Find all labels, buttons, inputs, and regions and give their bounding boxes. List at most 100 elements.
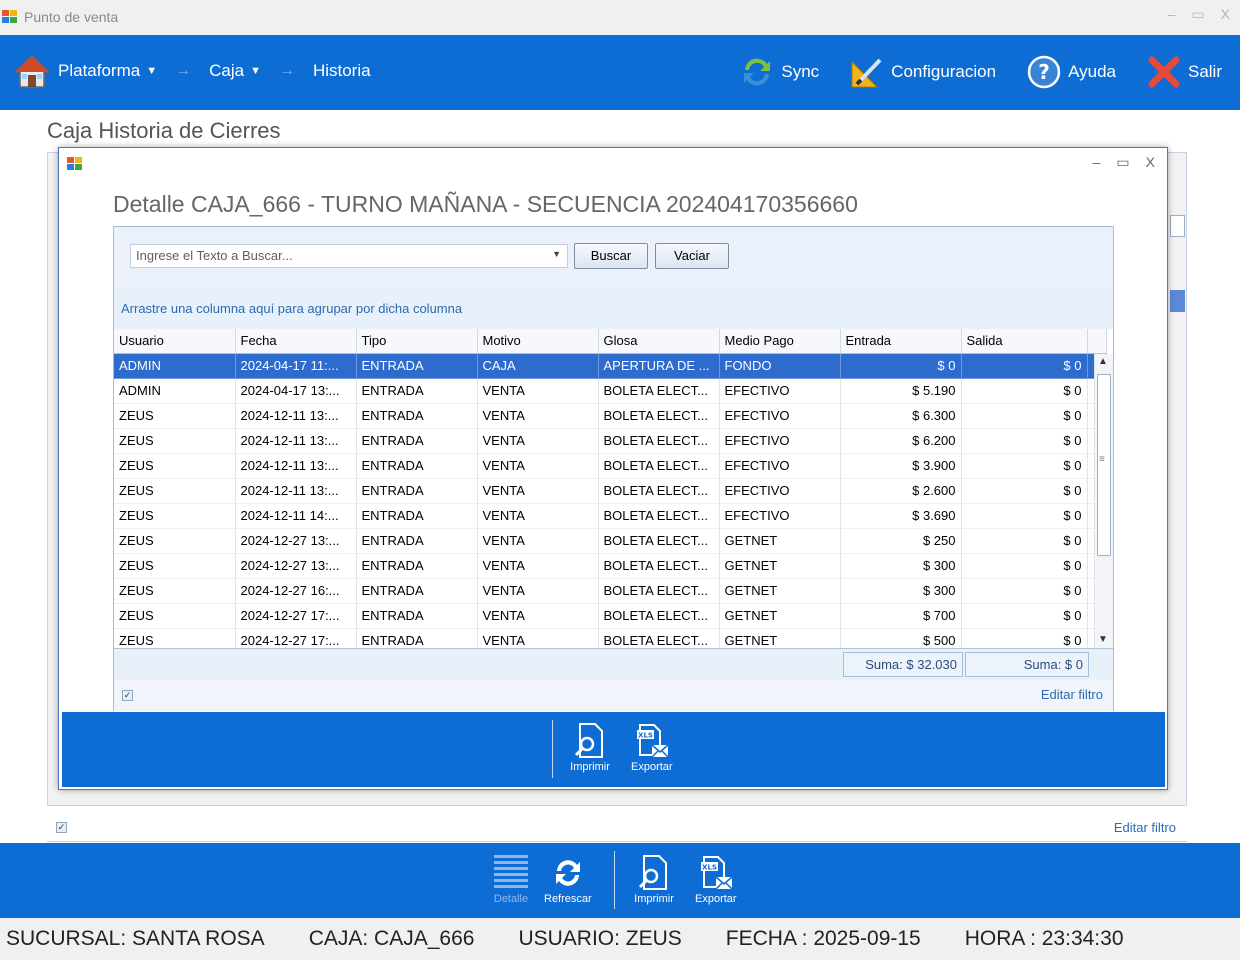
scroll-up-icon[interactable]: ▲ xyxy=(1098,356,1108,367)
table-cell-fecha[interactable]: 2024-12-11 13:... xyxy=(235,428,357,454)
table-cell-fecha[interactable]: 2024-04-17 13:... xyxy=(235,378,357,404)
table-cell-entrada[interactable]: $ 300 xyxy=(840,553,962,579)
dialog-close-button[interactable]: X xyxy=(1146,154,1155,171)
table-cell-motivo[interactable]: VENTA xyxy=(477,403,599,429)
table-cell-entrada[interactable]: $ 2.600 xyxy=(840,478,962,504)
table-cell-motivo[interactable]: VENTA xyxy=(477,428,599,454)
column-header-glosa[interactable]: Glosa xyxy=(598,329,720,354)
table-cell-tipo[interactable]: ENTRADA xyxy=(356,378,478,404)
table-cell-medio-pago[interactable]: FONDO xyxy=(719,353,841,379)
minimize-button[interactable]: – xyxy=(1168,6,1176,23)
table-row[interactable]: ZEUS 2024-12-11 14:... ENTRADA VENTA BOLETA … xyxy=(114,503,1107,529)
home-icon[interactable] xyxy=(12,51,52,91)
table-cell-entrada[interactable]: $ 5.190 xyxy=(840,378,962,404)
table-cell-salida[interactable]: $ 0 xyxy=(961,528,1088,554)
table-cell-glosa[interactable]: BOLETA ELECT... xyxy=(598,403,720,429)
scroll-down-icon[interactable]: ▼ xyxy=(1098,634,1108,645)
dialog-exportar-button[interactable]: XLS Exportar xyxy=(631,721,673,773)
table-cell-tipo[interactable]: ENTRADA xyxy=(356,478,478,504)
table-row[interactable]: ZEUS 2024-12-27 13:... ENTRADA VENTA BOLETA … xyxy=(114,553,1107,579)
table-cell-medio-pago[interactable]: EFECTIVO xyxy=(719,428,841,454)
table-cell-fecha[interactable]: 2024-12-11 13:... xyxy=(235,453,357,479)
dialog-imprimir-button[interactable]: Imprimir xyxy=(570,721,610,773)
imprimir-button[interactable]: Imprimir xyxy=(634,853,674,905)
table-cell-motivo[interactable]: VENTA xyxy=(477,378,599,404)
table-cell-glosa[interactable]: BOLETA ELECT... xyxy=(598,378,720,404)
sync-button[interactable]: Sync xyxy=(739,54,819,90)
table-cell-fecha[interactable]: 2024-12-27 13:... xyxy=(235,528,357,554)
table-cell-motivo[interactable]: VENTA xyxy=(477,578,599,604)
grid-vertical-scrollbar[interactable]: ▲ ≡ ▼ xyxy=(1094,354,1113,648)
filter-checkbox[interactable]: ✓ xyxy=(122,690,133,701)
table-cell-entrada[interactable]: $ 6.200 xyxy=(840,428,962,454)
table-cell-salida[interactable]: $ 0 xyxy=(961,603,1088,629)
table-cell-motivo[interactable]: VENTA xyxy=(477,603,599,629)
table-cell-medio-pago[interactable]: GETNET xyxy=(719,603,841,629)
table-cell-motivo[interactable]: VENTA xyxy=(477,453,599,479)
table-cell-glosa[interactable]: BOLETA ELECT... xyxy=(598,553,720,579)
table-cell-tipo[interactable]: ENTRADA xyxy=(356,578,478,604)
table-cell-medio-pago[interactable]: EFECTIVO xyxy=(719,478,841,504)
table-cell-usuario[interactable]: ZEUS xyxy=(114,553,236,579)
nav-historia[interactable]: Historia xyxy=(313,61,371,81)
table-cell-tipo[interactable]: ENTRADA xyxy=(356,403,478,429)
table-cell-salida[interactable]: $ 0 xyxy=(961,378,1088,404)
chevron-down-icon[interactable]: ▼ xyxy=(552,249,561,259)
table-row[interactable]: ZEUS 2024-12-27 16:... ENTRADA VENTA BOLETA … xyxy=(114,578,1107,604)
nav-plataforma[interactable]: Plataforma ▼ xyxy=(58,61,157,81)
table-cell-usuario[interactable]: ZEUS xyxy=(114,403,236,429)
table-cell-tipo[interactable]: ENTRADA xyxy=(356,553,478,579)
buscar-button[interactable]: Buscar xyxy=(574,243,648,269)
column-header-motivo[interactable]: Motivo xyxy=(477,329,599,354)
background-filter-checkbox[interactable]: ✓ xyxy=(56,822,67,833)
table-cell-fecha[interactable]: 2024-12-27 16:... xyxy=(235,578,357,604)
table-cell-usuario[interactable]: ZEUS xyxy=(114,528,236,554)
table-row[interactable]: ZEUS 2024-12-11 13:... ENTRADA VENTA BOLETA … xyxy=(114,428,1107,454)
table-cell-salida[interactable]: $ 0 xyxy=(961,428,1088,454)
table-cell-tipo[interactable]: ENTRADA xyxy=(356,428,478,454)
table-cell-tipo[interactable]: ENTRADA xyxy=(356,353,478,379)
table-row[interactable]: ZEUS 2024-12-11 13:... ENTRADA VENTA BOLETA … xyxy=(114,453,1107,479)
column-header-salida[interactable]: Salida xyxy=(961,329,1088,354)
table-cell-fecha[interactable]: 2024-12-11 13:... xyxy=(235,403,357,429)
table-cell-motivo[interactable]: VENTA xyxy=(477,553,599,579)
background-grid-scrollbar[interactable] xyxy=(1170,215,1185,237)
table-cell-entrada[interactable]: $ 3.690 xyxy=(840,503,962,529)
group-panel-hint[interactable]: Arrastre una columna aquí para agrupar p… xyxy=(114,287,1113,329)
table-cell-motivo[interactable]: VENTA xyxy=(477,528,599,554)
table-row[interactable]: ZEUS 2024-12-11 13:... ENTRADA VENTA BOLETA … xyxy=(114,478,1107,504)
dialog-minimize-button[interactable]: – xyxy=(1093,154,1101,171)
table-cell-glosa[interactable]: BOLETA ELECT... xyxy=(598,503,720,529)
table-cell-usuario[interactable]: ADMIN xyxy=(114,353,236,379)
table-cell-usuario[interactable]: ZEUS xyxy=(114,603,236,629)
table-cell-salida[interactable]: $ 0 xyxy=(961,453,1088,479)
table-row[interactable]: ZEUS 2024-12-27 17:... ENTRADA VENTA BOLETA … xyxy=(114,603,1107,629)
table-cell-usuario[interactable]: ZEUS xyxy=(114,453,236,479)
table-cell-salida[interactable]: $ 0 xyxy=(961,553,1088,579)
table-cell-medio-pago[interactable]: EFECTIVO xyxy=(719,378,841,404)
table-cell-glosa[interactable]: BOLETA ELECT... xyxy=(598,453,720,479)
table-cell-glosa[interactable]: BOLETA ELECT... xyxy=(598,478,720,504)
scrollbar-thumb[interactable] xyxy=(1097,374,1111,556)
table-cell-medio-pago[interactable]: GETNET xyxy=(719,528,841,554)
table-row[interactable]: ZEUS 2024-12-11 13:... ENTRADA VENTA BOLETA … xyxy=(114,403,1107,429)
edit-filter-link[interactable]: Editar filtro xyxy=(1041,687,1103,702)
column-header-entrada[interactable]: Entrada xyxy=(840,329,962,354)
table-cell-glosa[interactable]: BOLETA ELECT... xyxy=(598,578,720,604)
maximize-button[interactable]: ▭ xyxy=(1191,6,1204,23)
table-cell-usuario[interactable]: ZEUS xyxy=(114,428,236,454)
column-header-usuario[interactable]: Usuario xyxy=(114,329,236,354)
table-cell-tipo[interactable]: ENTRADA xyxy=(356,453,478,479)
table-cell-entrada[interactable]: $ 3.900 xyxy=(840,453,962,479)
table-cell-glosa[interactable]: APERTURA DE ... xyxy=(598,353,720,379)
table-cell-tipo[interactable]: ENTRADA xyxy=(356,528,478,554)
table-cell-fecha[interactable]: 2024-12-27 13:... xyxy=(235,553,357,579)
table-cell-medio-pago[interactable]: EFECTIVO xyxy=(719,503,841,529)
table-cell-salida[interactable]: $ 0 xyxy=(961,478,1088,504)
table-cell-entrada[interactable]: $ 0 xyxy=(840,353,962,379)
table-cell-glosa[interactable]: BOLETA ELECT... xyxy=(598,428,720,454)
table-cell-entrada[interactable]: $ 300 xyxy=(840,578,962,604)
dialog-maximize-button[interactable]: ▭ xyxy=(1116,154,1129,171)
close-button[interactable]: X xyxy=(1221,6,1230,23)
column-header-tipo[interactable]: Tipo xyxy=(356,329,478,354)
